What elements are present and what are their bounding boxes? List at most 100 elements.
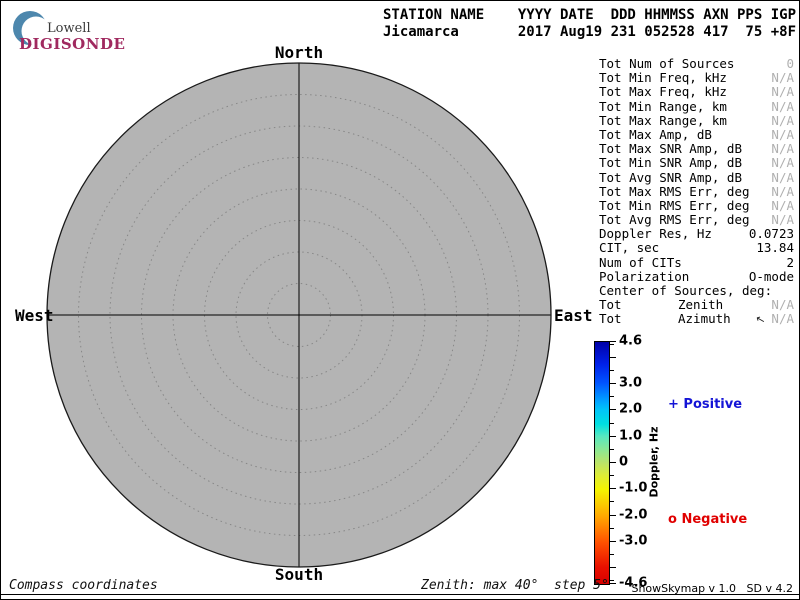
stat-label: Tot Avg RMS Err, deg <box>599 212 750 227</box>
stat-row: CIT, sec 13.84 <box>599 241 795 255</box>
stat-row: Tot Max Range, km N/A <box>599 114 795 128</box>
legend-positive: + Positive <box>668 397 742 412</box>
stat-label: Tot Max RMS Err, deg <box>599 184 750 199</box>
stat-value: N/A <box>771 199 794 213</box>
colorbar-tick <box>610 475 614 476</box>
stat-value: N/A <box>771 85 794 99</box>
colorbar-axis-title: Doppler, Hz <box>648 426 661 497</box>
stat-row: Doppler Res, Hz 0.0723 <box>599 227 795 241</box>
colorbar-tick-label: 4.6 <box>619 334 642 349</box>
stat-label: Tot <box>599 311 622 326</box>
stat-sublabel: Zenith <box>678 298 723 312</box>
colorbar-tick <box>610 396 614 397</box>
stat-value: 0.0723 <box>749 227 794 241</box>
stat-row: Tot Min RMS Err, deg N/A <box>599 199 795 213</box>
stat-label: Tot Max Amp, dB <box>599 127 712 142</box>
colorbar-tick <box>610 528 614 529</box>
stat-label: Num of CITs <box>599 255 682 270</box>
stat-row: Tot Azimuth ↖ N/A <box>599 312 795 326</box>
stat-label: Tot Max SNR Amp, dB <box>599 141 742 156</box>
stat-row: Tot Min Freq, kHz N/A <box>599 71 795 85</box>
stat-row: Tot Max RMS Err, deg N/A <box>599 185 795 199</box>
stat-label: Tot Max Freq, kHz <box>599 84 727 99</box>
footer-divider <box>1 594 799 595</box>
colorbar-tick <box>610 423 614 424</box>
stat-value: N/A <box>771 312 794 326</box>
stat-sublabel: Azimuth <box>678 312 731 326</box>
compass-label-west: West <box>15 306 54 325</box>
stat-value: N/A <box>771 298 794 312</box>
stat-row: Tot Max Freq, kHz N/A <box>599 85 795 99</box>
stat-value: N/A <box>771 156 794 170</box>
stat-row: Tot Num of Sources 0 <box>599 57 795 71</box>
colorbar-tick-label: -2.0 <box>619 507 647 522</box>
stat-value: N/A <box>771 71 794 85</box>
stat-value: N/A <box>771 213 794 227</box>
colorbar-tick <box>610 370 614 371</box>
skymap-plot <box>1 1 561 600</box>
doppler-colorbar <box>594 341 610 585</box>
footer-zenith-caption: Zenith: max 40° step 5° <box>421 578 609 593</box>
stat-label: Tot Min RMS Err, deg <box>599 198 750 213</box>
stat-label: Tot Min SNR Amp, dB <box>599 155 742 170</box>
colorbar-tick-label: -3.0 <box>619 533 647 548</box>
stat-row: Tot Avg SNR Amp, dB N/A <box>599 171 795 185</box>
showskymap-window: Lowell DIGISONDE STATION NAME YYYY DATE … <box>0 0 800 600</box>
stat-value: 13.84 <box>756 241 794 255</box>
stat-value: N/A <box>771 128 794 142</box>
mouse-cursor-icon: ↖ <box>754 312 767 328</box>
stat-row: TotZenithN/A <box>599 298 795 312</box>
legend-negative: o Negative <box>668 512 747 527</box>
stat-label: Center of Sources, deg: <box>599 283 772 298</box>
stat-value: O-mode <box>749 270 794 284</box>
stat-value: N/A <box>771 171 794 185</box>
stat-row: Tot Min SNR Amp, dB N/A <box>599 156 795 170</box>
colorbar-tick <box>610 462 616 463</box>
stat-row: Num of CITs 2 <box>599 256 795 270</box>
stat-label: Doppler Res, Hz <box>599 226 712 241</box>
colorbar-tick-label: 2.0 <box>619 402 642 417</box>
stat-row: Tot Avg RMS Err, deg N/A <box>599 213 795 227</box>
stat-value: 2 <box>786 256 794 270</box>
colorbar-tick-label: 3.0 <box>619 376 642 391</box>
compass-label-south: South <box>275 565 323 584</box>
stat-row: Tot Max SNR Amp, dB N/A <box>599 142 795 156</box>
colorbar-tick <box>610 436 616 437</box>
colorbar-tick <box>610 501 614 502</box>
colorbar-tick <box>610 583 616 584</box>
colorbar-tick <box>610 449 614 450</box>
stat-label: Tot Min Range, km <box>599 99 727 114</box>
colorbar-tick-label: 1.0 <box>619 428 642 443</box>
colorbar-tick <box>610 409 616 410</box>
footer-coordinates-caption: Compass coordinates <box>9 578 158 593</box>
stat-value: N/A <box>771 185 794 199</box>
colorbar-tick <box>610 383 616 384</box>
stat-label: CIT, sec <box>599 240 659 255</box>
stat-row: Center of Sources, deg: <box>599 284 795 298</box>
compass-label-east: East <box>554 306 593 325</box>
colorbar-tick <box>610 341 616 342</box>
colorbar-tick <box>610 567 616 568</box>
colorbar-tick-label: -1.0 <box>619 481 647 496</box>
stat-row: Tot Max Amp, dB N/A <box>599 128 795 142</box>
stat-value: N/A <box>771 142 794 156</box>
compass-label-north: North <box>275 43 323 62</box>
stat-label: Tot Min Freq, kHz <box>599 70 727 85</box>
colorbar-tick <box>610 554 614 555</box>
stat-label: Tot Num of Sources <box>599 56 734 71</box>
stat-row: Tot Min Range, km N/A <box>599 100 795 114</box>
statistics-panel: Tot Num of Sources0Tot Min Freq, kHzN/AT… <box>599 57 795 327</box>
colorbar-tick <box>610 515 616 516</box>
colorbar-tick <box>610 580 614 581</box>
stat-value: 0 <box>786 57 794 71</box>
stat-label: Polarization <box>599 269 689 284</box>
colorbar-tick <box>610 488 616 489</box>
stat-value: N/A <box>771 100 794 114</box>
stat-value: N/A <box>771 114 794 128</box>
colorbar-tick-label: 0 <box>619 455 628 470</box>
colorbar-tick <box>610 541 616 542</box>
colorbar-tick <box>610 344 614 345</box>
stat-label: Tot Avg SNR Amp, dB <box>599 170 742 185</box>
stat-label: Tot Max Range, km <box>599 113 727 128</box>
stat-row: Polarization O-mode <box>599 270 795 284</box>
